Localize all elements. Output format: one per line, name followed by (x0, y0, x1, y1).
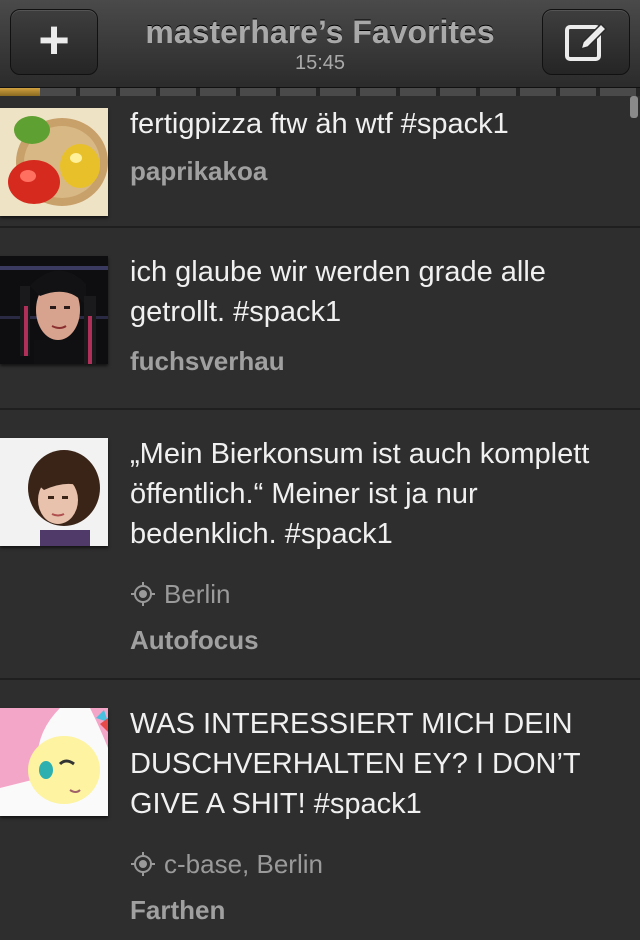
avatar[interactable] (0, 708, 108, 816)
tweet-item[interactable]: „Mein Bierkonsum ist auch komplett öffen… (0, 410, 640, 680)
location-icon (131, 582, 155, 606)
add-button[interactable]: + (10, 9, 98, 75)
tweet-location-label: Berlin (164, 579, 231, 609)
location-icon (131, 852, 155, 876)
tweet-author[interactable]: fuchsverhau (130, 346, 285, 376)
tweet-location[interactable]: c-base, Berlin (130, 849, 323, 879)
tweet-author[interactable]: Farthen (130, 895, 225, 925)
avatar-image (0, 108, 108, 216)
tweet-text: fertigpizza ftw äh wtf #spack1 (130, 108, 509, 140)
avatar[interactable] (0, 256, 108, 364)
page-title: masterhare’s Favorites (145, 14, 495, 50)
navigation-bar: + masterhare’s Favorites 15:45 (0, 0, 640, 88)
avatar[interactable] (0, 438, 108, 546)
avatar[interactable] (0, 108, 108, 216)
avatar-image (0, 708, 108, 816)
load-progress-fill (0, 88, 40, 96)
load-progress-bar (0, 88, 640, 96)
compose-button[interactable] (542, 9, 630, 75)
tweet-list: fertigpizza ftw äh wtf #spack1 paprikako… (0, 96, 640, 940)
tweet-text: WAS INTERESSIERT MICH DEIN DUSCHVERHALTE… (130, 708, 581, 820)
tweet-author[interactable]: paprikakoa (130, 156, 267, 186)
tweet-location-label: c-base, Berlin (164, 849, 323, 879)
avatar-image (0, 438, 108, 546)
plus-icon: + (38, 10, 70, 70)
tweet-location[interactable]: Berlin (130, 579, 230, 609)
tweet-text: ich glaube wir werden grade alle getroll… (130, 256, 546, 328)
tweet-author[interactable]: Autofocus (130, 625, 259, 655)
tweet-item[interactable]: ich glaube wir werden grade alle getroll… (0, 228, 640, 410)
tweet-item[interactable]: WAS INTERESSIERT MICH DEIN DUSCHVERHALTE… (0, 680, 640, 940)
avatar-image (0, 256, 108, 364)
tweet-text: „Mein Bierkonsum ist auch komplett öffen… (130, 438, 590, 550)
compose-icon (565, 22, 608, 61)
tweet-item[interactable]: fertigpizza ftw äh wtf #spack1 paprikako… (0, 96, 640, 228)
status-time: 15:45 (294, 52, 346, 74)
